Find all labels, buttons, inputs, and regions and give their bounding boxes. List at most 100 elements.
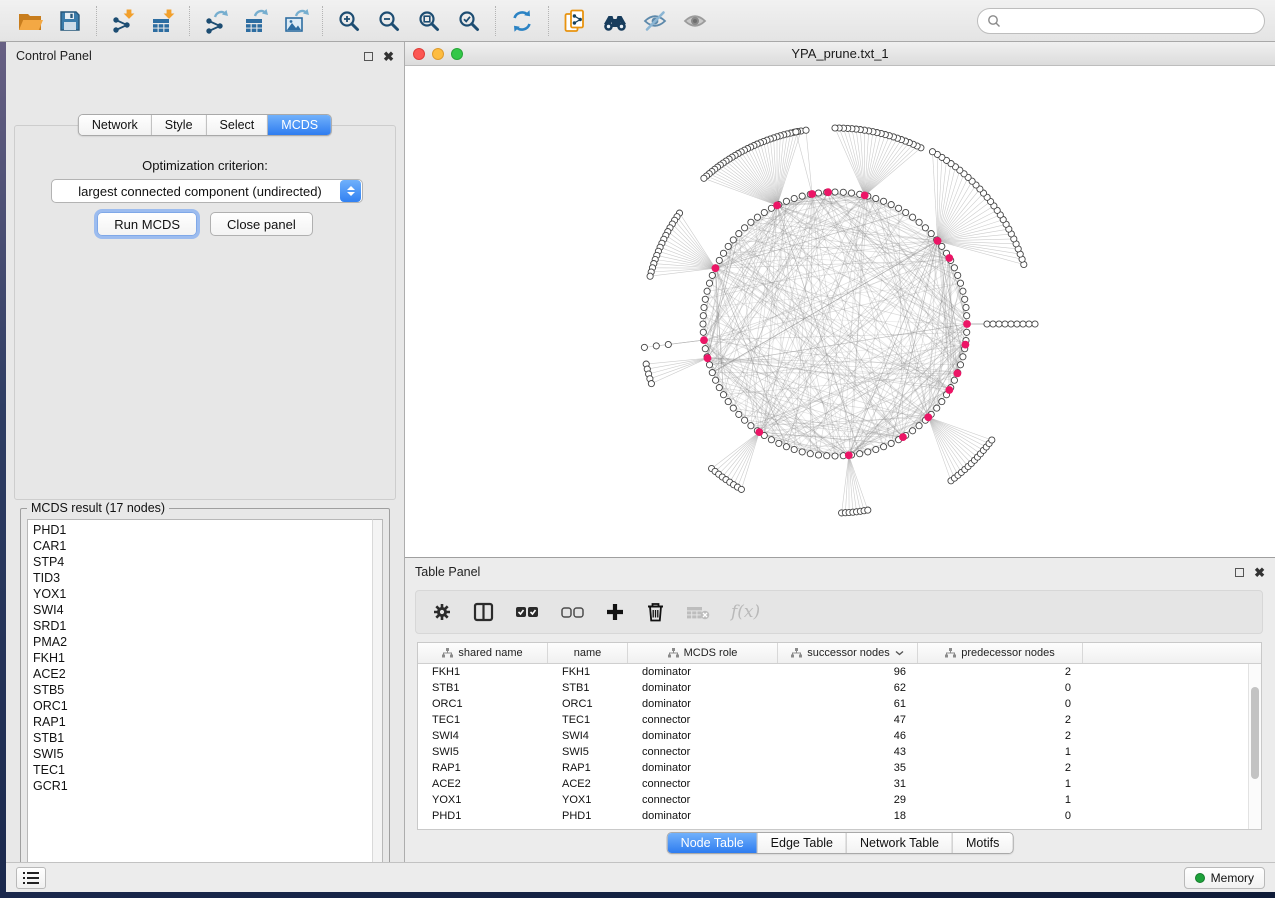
optimization-select[interactable]: largest connected component (undirected) <box>51 179 363 203</box>
import-network-icon[interactable] <box>103 4 143 38</box>
mcds-result-item: SRD1 <box>33 618 372 634</box>
table-scrollbar[interactable] <box>1248 664 1261 829</box>
table-row-SWI5[interactable]: SWI5SWI5connector431 <box>418 744 1248 760</box>
table-row-TEC1[interactable]: TEC1TEC1connector472 <box>418 712 1248 728</box>
mcds-result-item: STB5 <box>33 682 372 698</box>
memory-status-icon <box>1195 873 1205 883</box>
cell: 2 <box>918 714 1083 726</box>
tab-network[interactable]: Network <box>79 115 152 135</box>
run-mcds-button[interactable]: Run MCDS <box>97 212 197 236</box>
optimization-select-value: largest connected component (undirected) <box>52 184 340 199</box>
cell: 47 <box>778 714 918 726</box>
node-table-body[interactable]: FKH1FKH1dominator962STB1STB1dominator620… <box>418 664 1248 829</box>
cell: ORC1 <box>418 698 548 710</box>
column-header-MCDS-role[interactable]: MCDS role <box>628 643 778 663</box>
table-settings-gear-icon[interactable] <box>432 602 452 622</box>
close-panel-button[interactable]: Close panel <box>210 212 313 236</box>
mcds-result-item: CAR1 <box>33 538 372 554</box>
cell: dominator <box>628 762 778 774</box>
deselect-all-icon[interactable] <box>561 606 584 619</box>
table-row-ACE2[interactable]: ACE2ACE2connector311 <box>418 776 1248 792</box>
show-columns-icon[interactable] <box>473 602 494 622</box>
task-history-button[interactable] <box>16 867 46 889</box>
table-toolbar: f(x) <box>415 590 1263 634</box>
first-neighbors-icon[interactable] <box>595 4 635 38</box>
float-panel-icon[interactable] <box>364 52 373 61</box>
new-network-from-selection-icon[interactable] <box>555 4 595 38</box>
column-header-predecessor-nodes[interactable]: predecessor nodes <box>918 643 1083 663</box>
table-scrollbar-thumb[interactable] <box>1251 687 1259 779</box>
tab-style[interactable]: Style <box>152 115 207 135</box>
save-session-icon[interactable] <box>50 4 90 38</box>
column-header-successor-nodes[interactable]: successor nodes <box>778 643 918 663</box>
cell: 1 <box>918 778 1083 790</box>
node-table: shared namenameMCDS rolesuccessor nodesp… <box>417 642 1262 830</box>
cell: connector <box>628 714 778 726</box>
export-network-icon[interactable] <box>196 4 236 38</box>
function-builder-icon: f(x) <box>731 602 760 622</box>
tab-network-table[interactable]: Network Table <box>847 833 953 853</box>
cell: dominator <box>628 666 778 678</box>
table-row-ORC1[interactable]: ORC1ORC1dominator610 <box>418 696 1248 712</box>
cell: RAP1 <box>548 762 628 774</box>
table-row-YOX1[interactable]: YOX1YOX1connector291 <box>418 792 1248 808</box>
show-all-icon[interactable] <box>675 4 715 38</box>
zoom-out-icon[interactable] <box>369 4 409 38</box>
toolbar-separator <box>495 6 496 36</box>
add-column-icon[interactable] <box>605 602 625 622</box>
cell: 2 <box>918 666 1083 678</box>
table-row-RAP1[interactable]: RAP1RAP1dominator352 <box>418 760 1248 776</box>
table-row-FKH1[interactable]: FKH1FKH1dominator962 <box>418 664 1248 680</box>
zoom-in-icon[interactable] <box>329 4 369 38</box>
refresh-layout-icon[interactable] <box>502 4 542 38</box>
tab-edge-table[interactable]: Edge Table <box>758 833 847 853</box>
tab-select[interactable]: Select <box>207 115 269 135</box>
table-row-SWI4[interactable]: SWI4SWI4dominator462 <box>418 728 1248 744</box>
status-bar: Memory <box>6 862 1275 892</box>
export-image-icon[interactable] <box>276 4 316 38</box>
cell: ORC1 <box>548 698 628 710</box>
column-header-filler <box>1083 643 1261 663</box>
select-stepper-icon <box>340 180 361 202</box>
cell: SWI4 <box>418 730 548 742</box>
close-panel-icon[interactable]: ✖ <box>1254 568 1265 577</box>
cell: ACE2 <box>418 778 548 790</box>
cell: YOX1 <box>548 794 628 806</box>
search-input[interactable] <box>1006 14 1255 28</box>
cell: SWI4 <box>548 730 628 742</box>
import-table-icon[interactable] <box>143 4 183 38</box>
tab-motifs[interactable]: Motifs <box>953 833 1012 853</box>
mcds-result-item: STP4 <box>33 554 372 570</box>
search-icon <box>987 14 1001 28</box>
network-canvas[interactable] <box>405 66 1273 557</box>
zoom-selected-icon[interactable] <box>449 4 489 38</box>
tab-node-table[interactable]: Node Table <box>668 833 758 853</box>
mcds-result-list[interactable]: PHD1CAR1STP4TID3YOX1SWI4SRD1PMA2FKH1ACE2… <box>27 519 372 873</box>
float-panel-icon[interactable] <box>1235 568 1244 577</box>
hide-selected-icon[interactable] <box>635 4 675 38</box>
cell: SWI5 <box>548 746 628 758</box>
table-row-STB1[interactable]: STB1STB1dominator620 <box>418 680 1248 696</box>
table-panel-title: Table Panel <box>415 565 480 579</box>
cell: FKH1 <box>418 666 548 678</box>
select-all-icon[interactable] <box>515 605 540 619</box>
fit-content-icon[interactable] <box>409 4 449 38</box>
column-header-shared-name[interactable]: shared name <box>418 643 548 663</box>
cell: dominator <box>628 810 778 822</box>
control-panel-tabs: NetworkStyleSelectMCDS <box>78 114 332 136</box>
tab-mcds[interactable]: MCDS <box>268 115 331 135</box>
memory-button[interactable]: Memory <box>1184 867 1265 889</box>
network-titlebar: YPA_prune.txt_1 <box>405 42 1275 66</box>
table-row-PHD1[interactable]: PHD1PHD1dominator180 <box>418 808 1248 824</box>
close-panel-icon[interactable]: ✖ <box>383 52 394 61</box>
optimization-criterion-label: Optimization criterion: <box>15 158 395 173</box>
open-file-icon[interactable] <box>10 4 50 38</box>
export-table-icon[interactable] <box>236 4 276 38</box>
cell: 31 <box>778 778 918 790</box>
cell: PHD1 <box>548 810 628 822</box>
delete-columns-icon[interactable] <box>646 602 665 623</box>
mcds-result-item: ACE2 <box>33 666 372 682</box>
column-header-name[interactable]: name <box>548 643 628 663</box>
result-list-scrollbar[interactable] <box>372 519 383 873</box>
memory-label: Memory <box>1211 871 1254 885</box>
